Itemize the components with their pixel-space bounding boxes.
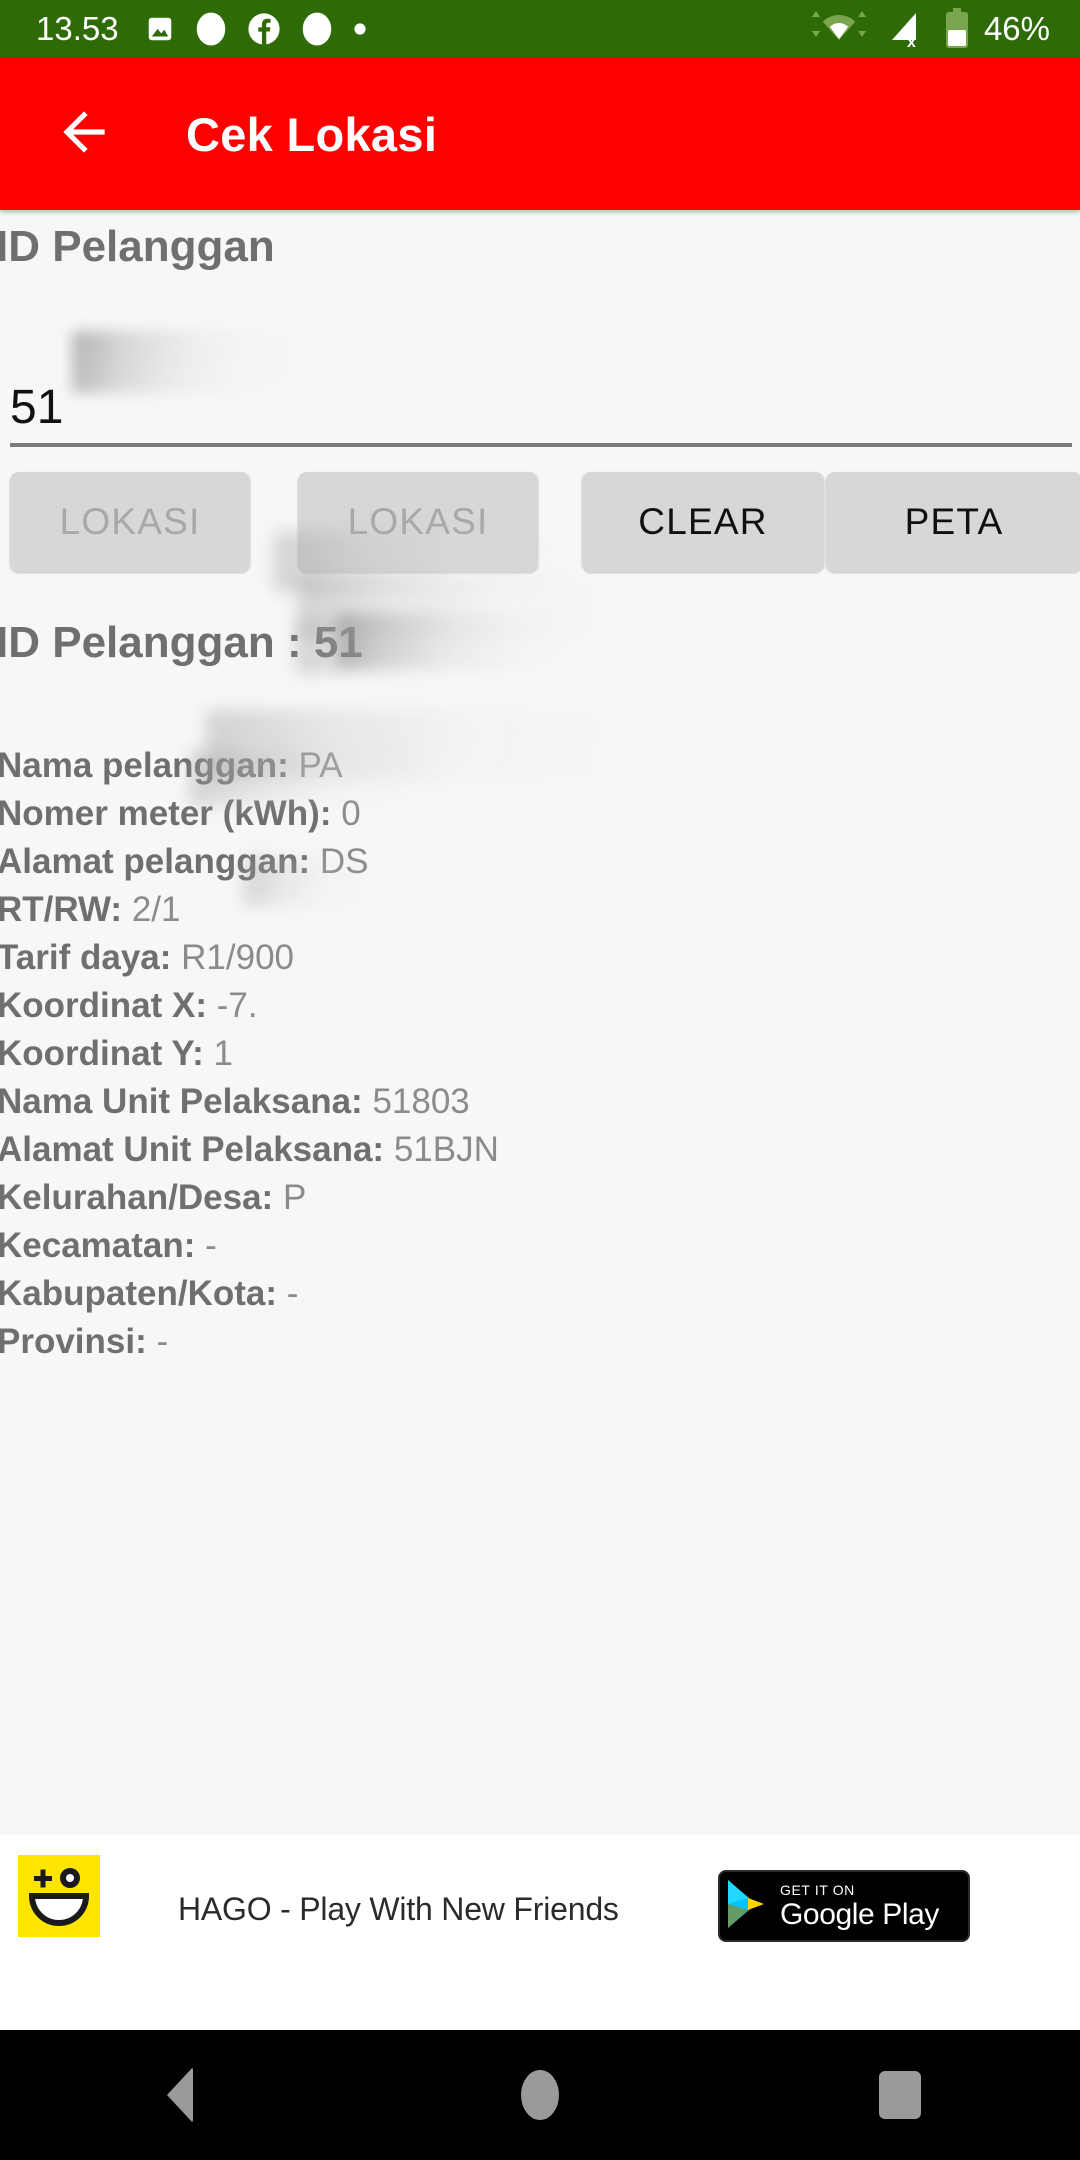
detail-row: Alamat pelanggan: DS [0, 838, 1077, 886]
lokasi-button-2[interactable]: LOKASI [298, 472, 538, 572]
redaction-smear-id-input [72, 331, 322, 393]
detail-row: Kabupaten/Kota: - [0, 1270, 1077, 1318]
circle-home-icon [521, 2070, 559, 2120]
customer-detail-list: Nama pelanggan: PA Nomer meter (kWh): 0 … [0, 742, 1077, 1366]
battery-icon [944, 8, 970, 50]
facebook-icon [247, 12, 281, 46]
id-pelanggan-label: ID Pelanggan [0, 222, 275, 271]
result-heading-value: 51 [313, 618, 363, 667]
notification-icons [145, 11, 367, 47]
detail-label: Tarif daya: [0, 938, 182, 977]
detail-label: Kelurahan/Desa: [0, 1178, 283, 1217]
detail-row: Alamat Unit Pelaksana: 51BJN [0, 1126, 1077, 1174]
detail-row: Tarif daya: R1/900 [0, 934, 1077, 982]
result-heading-label: ID Pelanggan : [0, 618, 314, 667]
app-bar: Cek Lokasi [0, 58, 1080, 210]
detail-row: Koordinat X: -7. [0, 982, 1077, 1030]
detail-row: Provinsi: - [0, 1318, 1077, 1366]
detail-label: Kecamatan: [0, 1226, 206, 1265]
ad-banner[interactable]: HAGO - Play With New Friends GET IT ON G… [0, 1835, 1080, 2030]
detail-value: 2/1 [131, 890, 181, 929]
detail-row: RT/RW: 2/1 [0, 886, 1077, 934]
google-play-icon [720, 1876, 774, 1937]
page-title: Cek Lokasi [186, 107, 438, 161]
svg-text:x: x [907, 34, 916, 49]
id-pelanggan-input-value: 51 [10, 381, 64, 434]
cellular-no-service-icon: x [888, 9, 930, 49]
nav-recents-button[interactable] [825, 2030, 975, 2160]
detail-label: Alamat pelanggan: [0, 842, 320, 881]
arrow-left-icon [53, 101, 115, 168]
detail-value: 51BJN [393, 1130, 499, 1169]
dot-icon [353, 22, 367, 36]
detail-label: Nama pelanggan: [0, 746, 299, 785]
clear-button[interactable]: CLEAR [582, 472, 824, 572]
detail-label: RT/RW: [0, 890, 132, 929]
main-content: ID Pelanggan 51 LOKASI LOKASI CLEAR PETA… [0, 210, 1080, 1835]
triangle-left-icon [167, 2067, 193, 2123]
detail-value: P [282, 1178, 307, 1217]
result-heading: ID Pelanggan : 51 [0, 618, 363, 668]
detail-value: 51803 [372, 1082, 470, 1121]
detail-label: Nomer meter (kWh): [0, 794, 342, 833]
detail-row: Koordinat Y: 1 [0, 1030, 1077, 1078]
detail-label: Provinsi: [0, 1322, 157, 1361]
phone-screen: 13.53 x 46% Cek Lokasi ID Pelanggan 51 L… [0, 0, 1080, 2160]
nav-home-button[interactable] [465, 2030, 615, 2160]
android-navigation-bar [0, 2030, 1080, 2160]
circle-icon [299, 11, 335, 47]
hago-app-icon [18, 1855, 100, 1937]
detail-row: Nomer meter (kWh): 0 [0, 790, 1077, 838]
detail-row: Kecamatan: - [0, 1222, 1077, 1270]
back-button[interactable] [32, 82, 136, 186]
status-bar-clock: 13.53 [36, 10, 119, 47]
image-icon [145, 14, 175, 44]
detail-label: Koordinat Y: [0, 1034, 214, 1073]
detail-value: - [286, 1274, 299, 1313]
detail-value: - [156, 1322, 169, 1361]
detail-value: 1 [213, 1034, 233, 1073]
detail-row: Kelurahan/Desa: P [0, 1174, 1077, 1222]
detail-value: -7. [216, 986, 258, 1025]
detail-label: Alamat Unit Pelaksana: [0, 1130, 394, 1169]
lokasi-button-1[interactable]: LOKASI [10, 472, 250, 572]
google-play-badge[interactable]: GET IT ON Google Play [718, 1870, 970, 1942]
detail-value: R1/900 [181, 938, 295, 977]
detail-label: Koordinat X: [0, 986, 217, 1025]
detail-label: Kabupaten/Kota: [0, 1274, 287, 1313]
detail-value: 0 [341, 794, 361, 833]
status-bar: 13.53 x 46% [0, 0, 1080, 58]
peta-button[interactable]: PETA [826, 472, 1080, 572]
redaction-smear-result-heading [336, 614, 598, 668]
detail-row: Nama pelanggan: PA [0, 742, 1077, 790]
google-play-badge-text: GET IT ON Google Play [780, 1883, 939, 1930]
ad-cta-big-label: Google Play [780, 1897, 940, 1931]
detail-value: PA [298, 746, 343, 785]
id-pelanggan-input[interactable]: 51 [10, 331, 1072, 447]
battery-percent-label: 46% [983, 10, 1050, 47]
detail-value: - [205, 1226, 217, 1265]
ad-cta-small-label: GET IT ON [780, 1881, 855, 1898]
action-button-row: LOKASI LOKASI CLEAR PETA [0, 472, 1080, 588]
detail-value: DS [319, 842, 369, 881]
detail-label: Nama Unit Pelaksana: [0, 1082, 373, 1121]
system-status-icons: x 46% [804, 0, 1050, 58]
wifi-transfer-icon [804, 9, 874, 49]
detail-row: Nama Unit Pelaksana: 51803 [0, 1078, 1077, 1126]
circle-icon [193, 11, 229, 47]
square-recents-icon [879, 2071, 921, 2119]
ad-title: HAGO - Play With New Friends [178, 1891, 619, 1927]
nav-back-button[interactable] [105, 2030, 255, 2160]
